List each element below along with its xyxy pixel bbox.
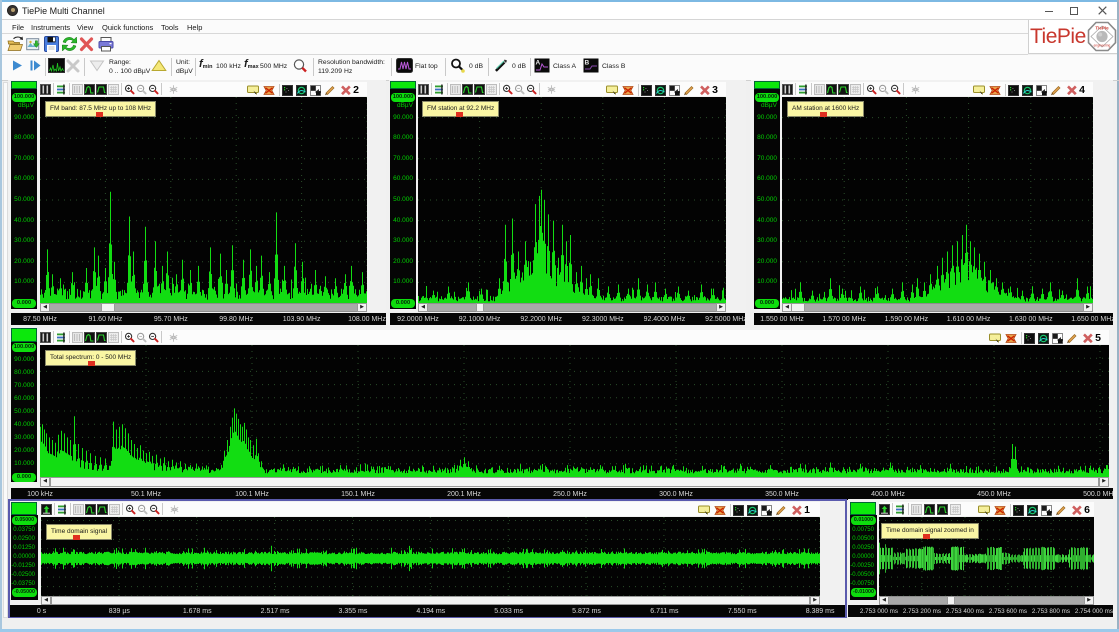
svg-text:engineering: engineering [1094, 44, 1111, 48]
svg-text:TiePie: TiePie [1095, 25, 1109, 30]
svg-text:B: B [585, 60, 590, 67]
svg-text:A: A [536, 60, 541, 67]
